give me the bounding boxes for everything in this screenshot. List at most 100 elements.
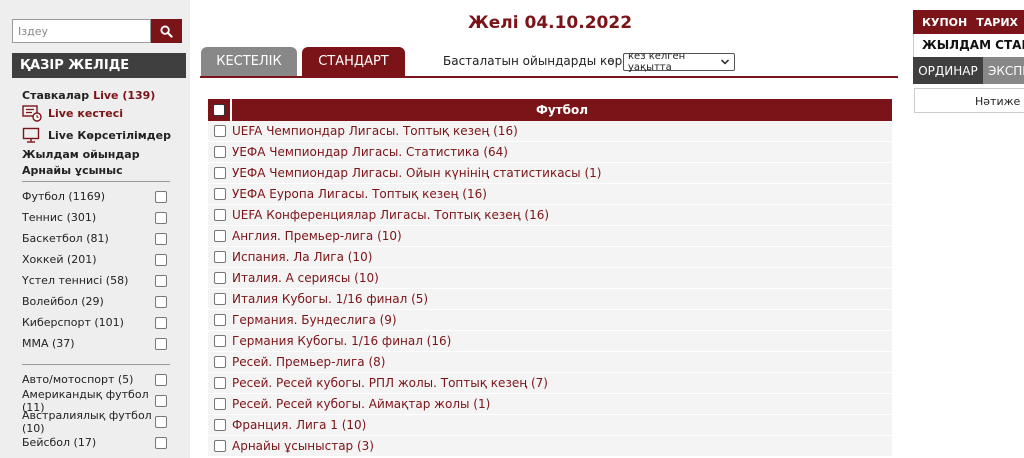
sport-checkbox[interactable]	[155, 395, 167, 407]
league-row[interactable]: Арнайы ұсыныстар (3)	[208, 436, 892, 457]
show-games-label: Басталатын ойындарды көрсету	[443, 54, 651, 68]
result-box: Нәтиже т	[914, 88, 1024, 113]
sport-checkbox[interactable]	[155, 374, 167, 386]
live-bets-link[interactable]: Ставкалар Live (139)	[22, 88, 182, 102]
league-row[interactable]: Ресей. Премьер-лига (8)	[208, 352, 892, 373]
sport-checkbox[interactable]	[155, 275, 167, 287]
league-row[interactable]: Испания. Ла Лига (10)	[208, 247, 892, 268]
sport-item[interactable]: ММА (37)	[22, 333, 170, 354]
live-broadcast-link[interactable]: Live Көрсетілімдер	[22, 124, 182, 146]
league-checkbox[interactable]	[214, 251, 226, 263]
tab-express[interactable]: ЭКСПР	[983, 57, 1024, 84]
left-sidebar: ҚАЗІР ЖЕЛІДЕ Ставкалар Live (139) Live к…	[0, 0, 190, 458]
league-row[interactable]: УЕФА Чемпиондар Лигасы. Статистика (64)	[208, 142, 892, 163]
search-input[interactable]	[12, 19, 151, 43]
sport-checkbox[interactable]	[155, 233, 167, 245]
league-name[interactable]: UEFA Чемпиондар Лигасы. Топтық кезең (16…	[232, 124, 518, 138]
sport-checkbox[interactable]	[155, 338, 167, 350]
tab-table[interactable]: КЕСТЕЛІК	[201, 47, 297, 76]
league-checkbox[interactable]	[214, 209, 226, 221]
league-row[interactable]: Ресей. Ресей кубогы. РПЛ жолы. Топтық ке…	[208, 373, 892, 394]
sport-checkbox[interactable]	[155, 254, 167, 266]
league-row[interactable]: UEFA Чемпиондар Лигасы. Топтық кезең (16…	[208, 121, 892, 142]
sport-label: Авто/мотоспорт (5)	[22, 373, 134, 386]
live-schedule-icon	[22, 104, 42, 122]
league-checkbox[interactable]	[214, 188, 226, 200]
league-name[interactable]: Ресей. Ресей кубогы. РПЛ жолы. Топтық ке…	[232, 376, 548, 390]
live-broadcast-prefix: Live	[48, 128, 74, 142]
league-checkbox[interactable]	[214, 419, 226, 431]
league-row[interactable]: УЕФА Чемпиондар Лигасы. Ойын күнінің ста…	[208, 163, 892, 184]
select-all-checkbox[interactable]	[213, 104, 225, 116]
league-name[interactable]: Франция. Лига 1 (10)	[232, 418, 366, 432]
league-name[interactable]: UEFA Конференциялар Лигасы. Топтық кезең…	[232, 208, 549, 222]
league-name[interactable]: Италия Кубогы. 1/16 финал (5)	[232, 292, 428, 306]
live-links: Ставкалар Live (139) Live кестесі Live К…	[22, 88, 182, 178]
tab-standard[interactable]: СТАНДАРТ	[302, 47, 405, 76]
league-checkbox[interactable]	[214, 356, 226, 368]
league-name[interactable]: Англия. Премьер-лига (10)	[232, 229, 402, 243]
league-name[interactable]: УЕФА Еуропа Лигасы. Топтық кезең (16)	[232, 187, 487, 201]
league-row[interactable]: Англия. Премьер-лига (10)	[208, 226, 892, 247]
sport-item[interactable]: Австралиялық футбол (10)	[22, 409, 170, 435]
sport-item[interactable]: Теннис (301)	[22, 207, 170, 228]
search-button[interactable]	[151, 19, 182, 43]
league-checkbox[interactable]	[214, 377, 226, 389]
sport-item[interactable]: Киберспорт (101)	[22, 312, 170, 333]
league-name[interactable]: Испания. Ла Лига (10)	[232, 250, 372, 264]
quick-games-link[interactable]: Жылдам ойындар	[22, 146, 182, 162]
league-checkbox[interactable]	[214, 272, 226, 284]
tab-history[interactable]: ТАРИХ	[976, 16, 1018, 29]
league-checkbox[interactable]	[214, 146, 226, 158]
start-time-select[interactable]: кез келген уақытта	[623, 51, 735, 73]
league-name[interactable]: Арнайы ұсыныстар (3)	[232, 439, 374, 453]
league-checkbox[interactable]	[214, 167, 226, 179]
league-checkbox[interactable]	[214, 335, 226, 347]
sport-checkbox[interactable]	[155, 317, 167, 329]
league-checkbox[interactable]	[214, 398, 226, 410]
league-name[interactable]: Ресей. Ресей кубогы. Аймақтар жолы (1)	[232, 397, 490, 411]
league-row[interactable]: UEFA Конференциялар Лигасы. Топтық кезең…	[208, 205, 892, 226]
sport-item[interactable]: Баскетбол (81)	[22, 228, 170, 249]
league-checkbox[interactable]	[214, 314, 226, 326]
league-name[interactable]: Германия Кубогы. 1/16 финал (16)	[232, 334, 451, 348]
league-checkbox[interactable]	[214, 125, 226, 137]
search-icon	[160, 24, 173, 38]
league-checkbox[interactable]	[214, 293, 226, 305]
tab-underline	[200, 76, 898, 78]
league-row[interactable]: Ресей. Ресей кубогы. Аймақтар жолы (1)	[208, 394, 892, 415]
sport-item[interactable]: Бейсбол (17)	[22, 432, 170, 453]
sport-label: Хоккей (201)	[22, 253, 97, 266]
sport-item[interactable]: Волейбол (29)	[22, 291, 170, 312]
league-row[interactable]: Италия. А сериясы (10)	[208, 268, 892, 289]
sport-checkbox[interactable]	[155, 437, 167, 449]
sport-item[interactable]: Футбол (1169)	[22, 186, 170, 207]
sport-item[interactable]: Үстел теннисі (58)	[22, 270, 170, 291]
league-row[interactable]: Италия Кубогы. 1/16 финал (5)	[208, 289, 892, 310]
league-row[interactable]: Германия. Бундеслига (9)	[208, 310, 892, 331]
league-checkbox[interactable]	[214, 230, 226, 242]
live-schedule-link[interactable]: Live кестесі	[22, 102, 182, 124]
sport-checkbox[interactable]	[155, 416, 167, 428]
sport-label: ММА (37)	[22, 337, 75, 350]
league-row[interactable]: Германия Кубогы. 1/16 финал (16)	[208, 331, 892, 352]
tab-ordinar[interactable]: ОРДИНАР	[913, 57, 983, 84]
grid-header: Футбол	[208, 99, 892, 121]
sport-item[interactable]: Хоккей (201)	[22, 249, 170, 270]
league-checkbox[interactable]	[214, 440, 226, 452]
league-name[interactable]: Италия. А сериясы (10)	[232, 271, 379, 285]
league-name[interactable]: Ресей. Премьер-лига (8)	[232, 355, 385, 369]
special-offer-link[interactable]: Арнайы ұсыныс	[22, 162, 182, 178]
league-row[interactable]: УЕФА Еуропа Лигасы. Топтық кезең (16)	[208, 184, 892, 205]
league-name[interactable]: Германия. Бундеслига (9)	[232, 313, 397, 327]
tab-coupon[interactable]: КУПОН	[922, 16, 967, 29]
sport-checkbox[interactable]	[155, 212, 167, 224]
right-panel: КУПОН ТАРИХ ЖЫЛДАМ СТАВ ОРДИНАР ЭКСПР Нә…	[913, 0, 1024, 458]
sport-checkbox[interactable]	[155, 191, 167, 203]
league-row[interactable]: Франция. Лига 1 (10)	[208, 415, 892, 436]
league-name[interactable]: УЕФА Чемпиондар Лигасы. Ойын күнінің ста…	[232, 166, 601, 180]
sport-checkbox[interactable]	[155, 296, 167, 308]
coupon-tabs: КУПОН ТАРИХ	[913, 10, 1024, 34]
bet-type-tabs: ОРДИНАР ЭКСПР	[913, 57, 1024, 84]
league-name[interactable]: УЕФА Чемпиондар Лигасы. Статистика (64)	[232, 145, 508, 159]
